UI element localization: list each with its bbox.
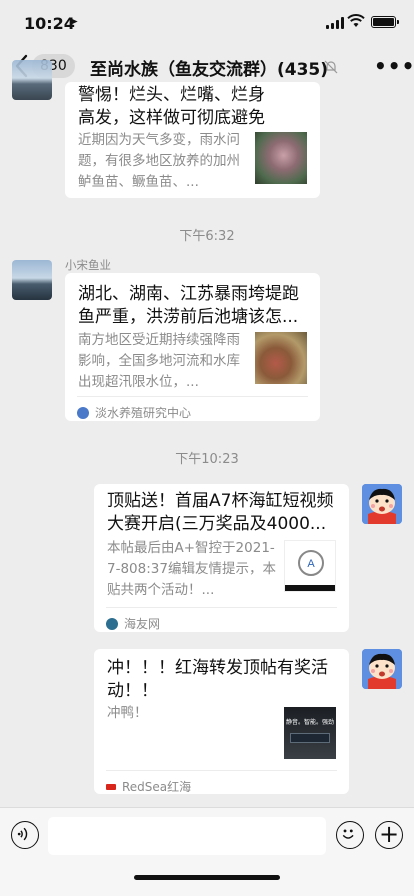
redsea-logo-icon [106,783,116,790]
card-source: 海友网 [106,607,337,632]
cartoon-kid-icon [362,649,402,689]
card-description: 冲鸭！ [107,705,148,721]
source-logo-icon [106,617,118,630]
status-bar: 10:24 ➤ [0,0,414,44]
wifi-icon [347,14,365,27]
sender-name: 小宋鱼业 [65,258,111,272]
link-card-message[interactable]: 冲！！！红海转发顶帖有奖活动！！ 冲鸭！ 静音。智能。强劲。 RedSea红海 [94,649,349,794]
cartoon-kid-icon [362,484,402,524]
input-bar: + [0,807,414,896]
plus-icon[interactable]: + [375,821,403,849]
card-source-name: 海友网 [124,617,161,631]
emoji-icon[interactable] [336,821,364,849]
card-description: 本帖最后由A+智控于2021-7-808:37编辑友情提示，本贴共两个活动！..… [107,540,276,598]
card-title: 顶贴送！首届A7杯海缸短视频大赛开启(三万奖品及4000... [107,491,334,534]
message-input[interactable] [48,817,326,855]
voice-input-icon[interactable] [11,821,39,849]
card-description: 南方地区受近期持续强降雨影响，全国多地河流和水库出现超汛限水位，... [78,332,240,390]
card-source-name: RedSea红海 [122,780,192,794]
link-card-message[interactable]: 警惕！烂头、烂嘴、烂身高发，这样做可彻底避免 近期因为天气多变，雨水问题，有很多… [65,82,320,198]
chat-title: 至尚水族（鱼友交流群）(435) [90,60,329,80]
avatar[interactable] [362,484,402,524]
card-title: 警惕！烂头、烂嘴、烂身高发，这样做可彻底避免 [78,85,265,128]
home-indicator [134,875,280,880]
card-source: RedSea红海 [106,770,337,795]
link-card-message[interactable]: 顶贴送！首届A7杯海缸短视频大赛开启(三万奖品及4000... 本帖最后由A+智… [94,484,349,632]
card-description: 近期因为天气多变，雨水问题，有很多地区放养的加州鲈鱼苗、鳜鱼苗、... [78,132,240,190]
source-logo-icon [77,406,89,419]
more-dots-icon[interactable]: ••• [374,56,414,76]
svg-text:A: A [307,558,315,570]
card-thumbnail: 静音。智能。强劲。 [284,707,336,759]
link-card-message[interactable]: 湖北、湖南、江苏暴雨垮堤跑鱼严重，洪涝前后池塘该怎... 南方地区受近期持续强降… [65,273,320,421]
card-source: 淡水养殖研究中心 [77,396,308,421]
location-arrow-icon: ➤ [69,15,79,28]
thumbnail-caption: 静音。智能。强劲。 [286,719,334,726]
avatar[interactable] [12,60,52,100]
card-thumbnail: A [284,540,336,592]
status-time: 10:24 [24,14,75,33]
bell-muted-icon [324,60,338,74]
avatar[interactable] [12,260,52,300]
avatar[interactable] [362,649,402,689]
card-thumbnail [255,132,307,184]
battery-icon [371,16,399,28]
card-thumbnail [255,332,307,384]
card-source-name: 淡水养殖研究中心 [95,406,192,420]
cellular-signal-icon [326,17,344,29]
card-title: 冲！！！红海转发顶帖有奖活动！！ [107,658,328,701]
chat-timestamp: 下午6:32 [179,229,235,244]
chat-timestamp: 下午10:23 [175,452,239,467]
card-title: 湖北、湖南、江苏暴雨垮堤跑鱼严重，洪涝前后池塘该怎... [78,284,299,327]
